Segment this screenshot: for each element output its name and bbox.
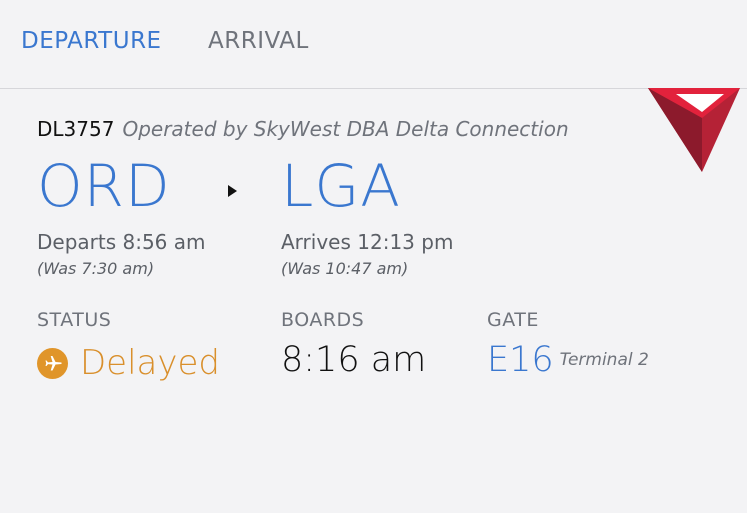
flight-number: DL3757 — [37, 117, 115, 141]
flight-status-screen: DEPARTURE ARRIVAL DL3757 Operated by SkyW… — [0, 0, 747, 513]
departure-original-time: (Was 7:30 am) — [37, 259, 155, 278]
operated-by: Operated by SkyWest DBA Delta Connection — [122, 117, 569, 141]
destination-airport: LGA — [281, 152, 401, 220]
status-label: STATUS — [37, 309, 112, 331]
departure-time: Departs 8:56 am — [37, 230, 206, 254]
status-value: Delayed — [80, 343, 221, 383]
flight-header: DL3757 Operated by SkyWest DBA Delta Conn… — [37, 117, 569, 141]
gate-label: GATE — [487, 309, 539, 331]
arrival-time: Arrives 12:13 pm — [281, 230, 454, 254]
gate-value-row: E16 Terminal 2 — [487, 340, 649, 380]
boards-value: 8:16 am — [281, 340, 427, 380]
tab-arrival[interactable]: ARRIVAL — [208, 28, 309, 54]
route-arrow-icon — [228, 185, 237, 197]
status-value-row: Delayed — [37, 340, 220, 386]
delta-logo-icon — [648, 88, 740, 172]
boards-label: BOARDS — [281, 309, 365, 331]
tab-bar: DEPARTURE ARRIVAL — [0, 0, 747, 89]
gate-value: E16 — [487, 340, 554, 380]
origin-airport: ORD — [37, 152, 171, 220]
tab-departure[interactable]: DEPARTURE — [21, 28, 162, 54]
plane-icon — [37, 347, 68, 379]
arrival-original-time: (Was 10:47 am) — [281, 259, 409, 278]
terminal-value: Terminal 2 — [559, 350, 649, 370]
